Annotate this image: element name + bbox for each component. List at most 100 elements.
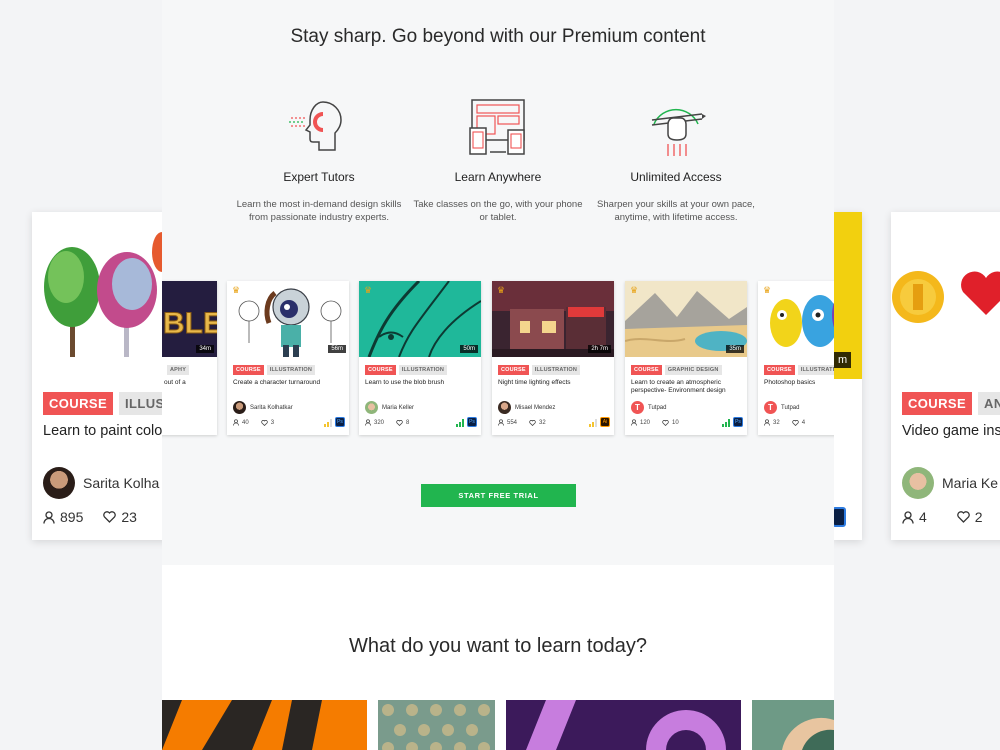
author-name: Maria Keller xyxy=(382,404,415,411)
course-title[interactable]: Night time lighting effects xyxy=(498,379,610,387)
learners-count: 32 xyxy=(764,419,780,426)
course-tag: COURSE xyxy=(631,365,662,375)
author[interactable]: Sarita Kolha xyxy=(43,467,159,499)
course-card-bg-partial[interactable]: m xyxy=(832,212,862,540)
avatar xyxy=(43,467,75,499)
feature-unlimited-access: Unlimited Access Sharpen your skills at … xyxy=(591,94,761,224)
learners-count: 554 xyxy=(498,419,517,426)
category-tile[interactable] xyxy=(506,700,741,750)
tutpad-logo-icon: T xyxy=(631,401,644,414)
course-card-bg-right[interactable]: COURSE ANI Video game ins Maria Ke 4 2 xyxy=(891,212,1000,540)
course-card[interactable]: ♛ 2h 7m COURSE ILLUSTRATION Night time l… xyxy=(492,281,614,435)
category-tile[interactable] xyxy=(378,700,495,750)
feature-description: Take classes on the go, with your phone … xyxy=(413,199,583,223)
duration-badge: 50m xyxy=(460,345,478,353)
course-tag: COURSE xyxy=(233,365,264,375)
learners-count: 40 xyxy=(233,419,249,426)
photoshop-icon: Ps xyxy=(335,417,345,427)
likes-count: 4 xyxy=(791,419,805,426)
feature-learn-anywhere: Learn Anywhere Take classes on the go, w… xyxy=(413,94,583,224)
feature-title: Learn Anywhere xyxy=(454,170,542,184)
duration-badge: 56m xyxy=(328,345,346,353)
feature-title: Unlimited Access xyxy=(630,170,722,184)
course-carousel[interactable]: BLE 34m APHY out of a ♛ 56m COURSE ILLUS… xyxy=(162,281,834,435)
course-tag: COURSE xyxy=(498,365,529,375)
crown-icon: ♛ xyxy=(630,285,639,295)
crown-icon: ♛ xyxy=(364,285,373,295)
photoshop-icon: Ps xyxy=(467,417,477,427)
heart-icon xyxy=(396,419,403,426)
app-icon xyxy=(832,507,846,527)
course-title[interactable]: Learn to use the blob brush xyxy=(365,379,477,387)
category-tag: GRAPHIC DESIGN xyxy=(664,365,722,375)
author[interactable]: T Tutpad xyxy=(631,401,666,414)
premium-panel: Stay sharp. Go beyond with our Premium c… xyxy=(162,0,834,750)
user-icon xyxy=(902,510,914,524)
course-tag: COURSE xyxy=(902,392,973,415)
author[interactable]: Sarita Kolhatkar xyxy=(233,401,293,414)
learners-count: 320 xyxy=(365,419,384,426)
author[interactable]: Maria Ke xyxy=(902,467,998,499)
author-name: Misael Mendez xyxy=(515,404,556,411)
category-tile[interactable] xyxy=(752,700,834,750)
category-tag: ILLUSTRATI xyxy=(797,365,834,375)
crown-icon: ♛ xyxy=(232,285,241,295)
course-card[interactable]: ♛ 56m COURSE ILLUSTRATION Create a chara… xyxy=(227,281,349,435)
heart-icon xyxy=(260,419,268,426)
feature-description: Learn the most in-demand design skills f… xyxy=(236,199,402,223)
user-icon xyxy=(365,419,371,426)
hand-pencil-icon xyxy=(651,108,706,156)
author[interactable]: Misael Mendez xyxy=(498,401,555,414)
course-card[interactable]: ♛ COURSE ILLUSTRATI Photoshop basics T T… xyxy=(758,281,834,435)
duration-badge: 35m xyxy=(726,345,744,353)
heart-icon xyxy=(103,511,117,523)
author-name: Tutpad xyxy=(781,404,800,411)
course-thumbnail xyxy=(32,212,172,382)
learners-count: 895 xyxy=(43,509,83,525)
course-title[interactable]: Photoshop basics xyxy=(764,379,834,387)
category-tag: ILLUSTRATION xyxy=(398,365,448,375)
course-title[interactable]: Create a character turnaround xyxy=(233,379,345,387)
tutpad-logo-icon: T xyxy=(764,401,777,414)
level-bars-icon xyxy=(589,419,597,427)
course-card[interactable]: ♛ 50m COURSE ILLUSTRATION Learn to use t… xyxy=(359,281,481,435)
likes-count: 8 xyxy=(396,419,409,426)
author[interactable]: Maria Keller xyxy=(365,401,414,414)
illustrator-icon: Ai xyxy=(600,417,610,427)
category-tag: ILLUSTRATION xyxy=(266,365,316,375)
course-card[interactable]: BLE 34m APHY out of a xyxy=(162,281,217,435)
author[interactable]: T Tutpad xyxy=(764,401,799,414)
svg-text:BLE: BLE xyxy=(163,307,217,340)
learners-count: 120 xyxy=(631,419,650,426)
user-icon xyxy=(631,419,637,426)
level-bars-icon xyxy=(324,419,332,427)
section-title: What do you want to learn today? xyxy=(349,635,647,657)
avatar xyxy=(498,401,511,414)
user-icon xyxy=(233,419,239,426)
level-bars-icon xyxy=(456,419,464,427)
course-thumbnail xyxy=(891,212,1000,382)
course-title[interactable]: Learn to create an atmospheric perspecti… xyxy=(631,379,743,395)
course-tag: COURSE xyxy=(365,365,396,375)
course-card-bg-left[interactable]: COURSE ILLUSTR Learn to paint colo trees… xyxy=(32,212,172,540)
course-tag: COURSE xyxy=(764,365,795,375)
author-name: Sarita Kolha xyxy=(83,475,160,491)
author-name: Tutpad xyxy=(648,404,667,411)
user-icon xyxy=(43,510,55,524)
category-tile[interactable] xyxy=(162,700,367,750)
course-card[interactable]: ♛ 35m COURSE GRAPHIC DESIGN Learn to cre… xyxy=(625,281,747,435)
author-name: Sarita Kolhatkar xyxy=(250,404,293,411)
page-title: Stay sharp. Go beyond with our Premium c… xyxy=(290,26,706,47)
course-title[interactable]: out of a xyxy=(164,379,214,387)
course-title[interactable]: Learn to paint colo trees xyxy=(43,422,172,440)
crown-icon: ♛ xyxy=(763,285,772,295)
feature-title: Expert Tutors xyxy=(283,170,355,184)
course-title[interactable]: Video game ins xyxy=(902,422,1000,440)
heart-icon xyxy=(529,419,536,426)
likes-count: 23 xyxy=(103,509,137,525)
start-free-trial-button[interactable]: START FREE TRIAL xyxy=(421,484,576,507)
user-icon xyxy=(498,419,504,426)
likes-count: 10 xyxy=(662,419,679,426)
heart-icon xyxy=(662,419,669,426)
avatar xyxy=(233,401,246,414)
